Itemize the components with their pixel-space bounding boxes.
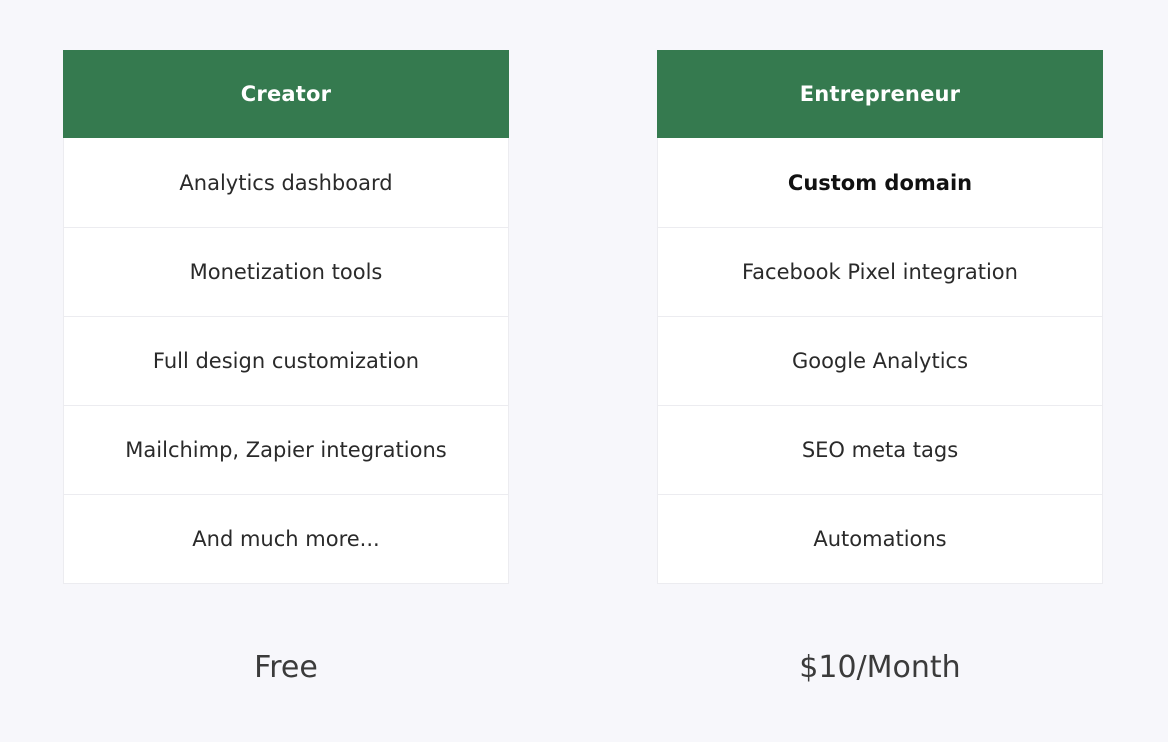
feature-list: Analytics dashboard Monetization tools F… — [63, 138, 509, 584]
feature-item: Automations — [658, 494, 1102, 583]
feature-item: Mailchimp, Zapier integrations — [64, 405, 508, 494]
feature-item: Facebook Pixel integration — [658, 227, 1102, 316]
plan-name: Entrepreneur — [657, 50, 1103, 138]
plan-name: Creator — [63, 50, 509, 138]
feature-item: Full design customization — [64, 316, 508, 405]
entrepreneur-price: $10/Month — [799, 650, 961, 685]
feature-item: Monetization tools — [64, 227, 508, 316]
creator-price: Free — [254, 650, 318, 685]
feature-item: Analytics dashboard — [179, 170, 393, 195]
feature-item: And much more... — [64, 494, 508, 583]
feature-list: Custom domain Facebook Pixel integration… — [657, 138, 1103, 584]
creator-plan-card: Creator Analytics dashboard Monetization… — [63, 50, 509, 584]
feature-item-highlighted: Custom domain — [787, 170, 973, 195]
feature-item: SEO meta tags — [658, 405, 1102, 494]
feature-item: Google Analytics — [658, 316, 1102, 405]
entrepreneur-plan-card: Entrepreneur Custom domain Facebook Pixe… — [657, 50, 1103, 584]
